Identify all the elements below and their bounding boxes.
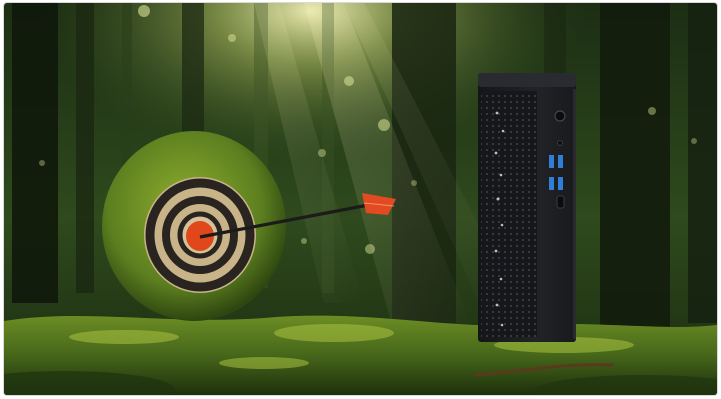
usb-port-3: [549, 177, 554, 190]
usb-c-port: [556, 195, 565, 209]
usb-port-2: [558, 155, 563, 168]
photo-frame: [4, 3, 717, 395]
forest-scene: [4, 3, 717, 395]
audio-jack: [557, 140, 563, 146]
usb-port-4: [558, 177, 563, 190]
case-top: [478, 73, 576, 87]
vent-mesh-panel: [481, 91, 537, 337]
usb-port-1: [549, 155, 554, 168]
mini-pc-tower: [478, 73, 576, 342]
power-button: [554, 110, 566, 122]
